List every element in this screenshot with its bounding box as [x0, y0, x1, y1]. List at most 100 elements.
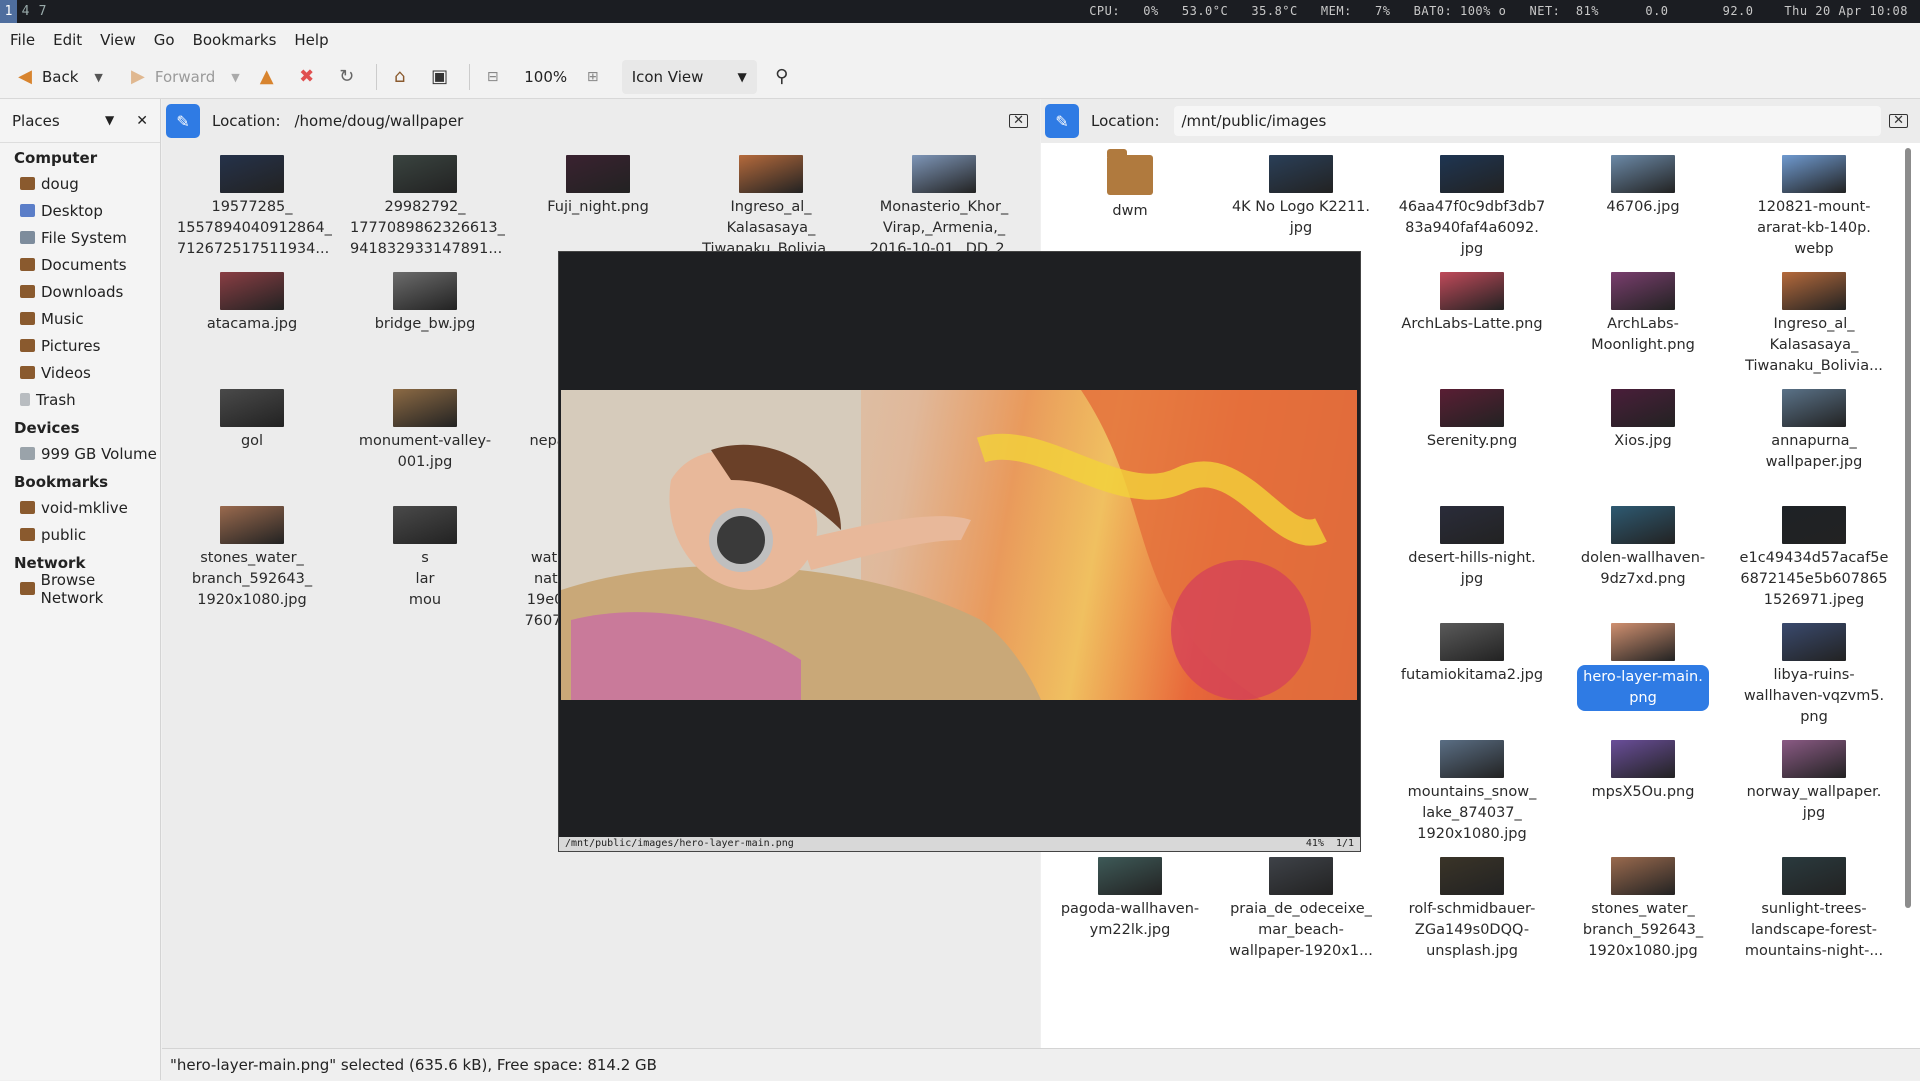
file-item[interactable]: 4K No Logo K2211. jpg — [1226, 155, 1376, 239]
workspace-7[interactable]: 7 — [34, 0, 51, 23]
menu-edit[interactable]: Edit — [53, 31, 82, 49]
file-thumbnail — [739, 155, 803, 193]
sidebar-item-videos[interactable]: Videos — [0, 359, 160, 386]
image-viewer-window[interactable]: /mnt/public/images/hero-layer-main.png 4… — [558, 251, 1361, 852]
file-name: pagoda-wallhaven- ym22lk.jpg — [1060, 901, 1200, 938]
file-item[interactable]: bridge_bw.jpg — [350, 272, 500, 335]
file-item[interactable]: e1c49434d57acaf5e 6872145e5b607865 15269… — [1739, 506, 1889, 611]
file-name: mpsX5Ou.png — [1591, 784, 1695, 800]
file-item[interactable]: mountains_snow_ lake_874037_ 1920x1080.j… — [1397, 740, 1547, 845]
file-name: ArchLabs-Latte.png — [1401, 316, 1543, 332]
sidebar-item-music[interactable]: Music — [0, 305, 160, 332]
file-name: stones_water_ branch_592643_ 1920x1080.j… — [191, 550, 313, 608]
sidebar-item-browse-network[interactable]: Browse Network — [0, 571, 160, 607]
file-item[interactable]: norway_wallpaper. jpg — [1739, 740, 1889, 824]
file-thumbnail — [220, 389, 284, 427]
file-item[interactable]: 46706.jpg — [1568, 155, 1718, 218]
left-location-input[interactable]: /home/doug/wallpaper — [295, 112, 1010, 130]
forward-history-dropdown[interactable]: ▼ — [231, 71, 239, 84]
reload-button[interactable]: ↻ — [330, 60, 370, 94]
file-item[interactable]: Xios.jpg — [1568, 389, 1718, 452]
file-item[interactable]: ArchLabs- Moonlight.png — [1568, 272, 1718, 356]
sidebar-item-file-system[interactable]: File System — [0, 224, 160, 251]
file-item[interactable]: monument-valley- 001.jpg — [350, 389, 500, 473]
file-name: dolen-wallhaven- 9dz7xd.png — [1580, 550, 1706, 587]
file-thumbnail — [1611, 623, 1675, 661]
clear-location-icon[interactable]: ✕ — [1009, 114, 1028, 128]
stop-button[interactable]: ✖ — [290, 60, 330, 94]
file-item[interactable]: praia_de_odeceixe_ mar_beach- wallpaper-… — [1226, 857, 1376, 962]
folder-icon — [1107, 149, 1153, 195]
file-name: Ingreso_al_ Kalasasaya_ Tiwanaku_Bolivia… — [702, 199, 840, 257]
right-pane-scrollbar[interactable] — [1905, 148, 1911, 908]
file-item[interactable]: atacama.jpg — [177, 272, 327, 335]
sidebar-item-void-mklive[interactable]: void-mklive — [0, 494, 160, 521]
menu-view[interactable]: View — [100, 31, 136, 49]
file-item[interactable]: 120821-mount- ararat-kb-140p. webp — [1739, 155, 1889, 260]
close-icon[interactable]: ✕ — [136, 113, 148, 129]
file-item[interactable]: futamiokitama2.jpg — [1397, 623, 1547, 686]
file-item[interactable]: annapurna_ wallpaper.jpg — [1739, 389, 1889, 473]
forward-button[interactable]: ▶ Forward — [121, 60, 221, 94]
sidebar-item-pictures[interactable]: Pictures — [0, 332, 160, 359]
menu-bookmarks[interactable]: Bookmarks — [193, 31, 277, 49]
file-item[interactable]: stones_water_ branch_592643_ 1920x1080.j… — [1568, 857, 1718, 962]
sidebar-item-downloads[interactable]: Downloads — [0, 278, 160, 305]
right-location-input[interactable]: /mnt/public/images — [1173, 106, 1882, 136]
file-item[interactable]: dwm — [1055, 149, 1205, 222]
file-item[interactable]: 29982792_ 1777089862326613_ 941832933147… — [350, 155, 505, 260]
zoom-out-button[interactable]: ⊟ — [476, 60, 516, 94]
back-button[interactable]: ◀ Back — [8, 60, 84, 94]
left-location-edit-button[interactable]: ✎ — [166, 104, 200, 138]
search-button[interactable]: ⚲ — [765, 60, 805, 94]
file-thumbnail — [1782, 506, 1846, 544]
file-item[interactable]: Monasterio_Khor_ Virap,_Armenia,_ 2016-1… — [869, 155, 1019, 260]
file-item[interactable]: libya-ruins- wallhaven-vqzvm5. png — [1739, 623, 1889, 728]
file-item[interactable]: gol — [177, 389, 327, 452]
file-thumbnail — [220, 155, 284, 193]
file-item[interactable]: desert-hills-night. jpg — [1397, 506, 1547, 590]
computer-button[interactable]: ▣ — [423, 60, 463, 94]
right-location-edit-button[interactable]: ✎ — [1045, 104, 1079, 138]
file-item[interactable]: rolf-schmidbauer- ZGa149s0DQQ- unsplash.… — [1397, 857, 1547, 962]
file-item[interactable]: mpsX5Ou.png — [1568, 740, 1718, 803]
sidebar-item-trash[interactable]: Trash — [0, 386, 160, 413]
chevron-down-icon[interactable]: ▼ — [105, 113, 114, 129]
home-button[interactable]: ⌂ — [383, 60, 423, 94]
workspace-4[interactable]: 4 — [17, 0, 34, 23]
clear-location-icon[interactable]: ✕ — [1889, 114, 1908, 128]
file-item[interactable]: s lar mou — [350, 506, 500, 611]
menu-go[interactable]: Go — [154, 31, 175, 49]
zoom-in-button[interactable]: ⊞ — [576, 60, 616, 94]
sidebar-item-desktop[interactable]: Desktop — [0, 197, 160, 224]
file-item[interactable]: sunlight-trees- landscape-forest- mounta… — [1739, 857, 1889, 962]
file-item[interactable]: stones_water_ branch_592643_ 1920x1080.j… — [177, 506, 327, 611]
menu-help[interactable]: Help — [294, 31, 328, 49]
folder-icon — [20, 177, 35, 190]
file-item[interactable]: 46aa47f0c9dbf3db7 83a940faf4a6092. jpg — [1397, 155, 1547, 260]
file-item[interactable]: Serenity.png — [1397, 389, 1547, 452]
file-item[interactable]: hero-layer-main. png — [1568, 623, 1718, 711]
viewer-file-path: /mnt/public/images/hero-layer-main.png — [565, 838, 794, 849]
up-button[interactable]: ▲ — [250, 60, 290, 94]
file-item[interactable]: Ingreso_al_ Kalasasaya_ Tiwanaku_Bolivia… — [1739, 272, 1889, 377]
places-title[interactable]: Places — [12, 112, 60, 130]
file-name: norway_wallpaper. jpg — [1746, 784, 1882, 821]
file-item[interactable]: Ingreso_al_ Kalasasaya_ Tiwanaku_Bolivia… — [696, 155, 846, 260]
view-mode-select[interactable]: Icon View ▼ — [621, 60, 757, 94]
file-thumbnail — [912, 155, 976, 193]
workspace-1[interactable]: 1 — [0, 0, 17, 23]
sidebar-item-public[interactable]: public — [0, 521, 160, 548]
file-item[interactable]: Fuji_night.png — [523, 155, 673, 218]
menu-file[interactable]: File — [10, 31, 35, 49]
file-name: hero-layer-main. png — [1577, 665, 1709, 711]
sidebar-item-999-gb-volume[interactable]: 999 GB Volume — [0, 440, 160, 467]
file-item[interactable]: pagoda-wallhaven- ym22lk.jpg — [1055, 857, 1205, 941]
file-item[interactable]: dolen-wallhaven- 9dz7xd.png — [1568, 506, 1718, 590]
file-item[interactable]: 19577285_ 1557894040912864_ 712672517511… — [177, 155, 332, 260]
file-thumbnail — [1269, 155, 1333, 193]
sidebar-item-doug[interactable]: doug — [0, 170, 160, 197]
file-item[interactable]: ArchLabs-Latte.png — [1397, 272, 1547, 335]
sidebar-item-documents[interactable]: Documents — [0, 251, 160, 278]
back-history-dropdown[interactable]: ▼ — [94, 71, 102, 84]
